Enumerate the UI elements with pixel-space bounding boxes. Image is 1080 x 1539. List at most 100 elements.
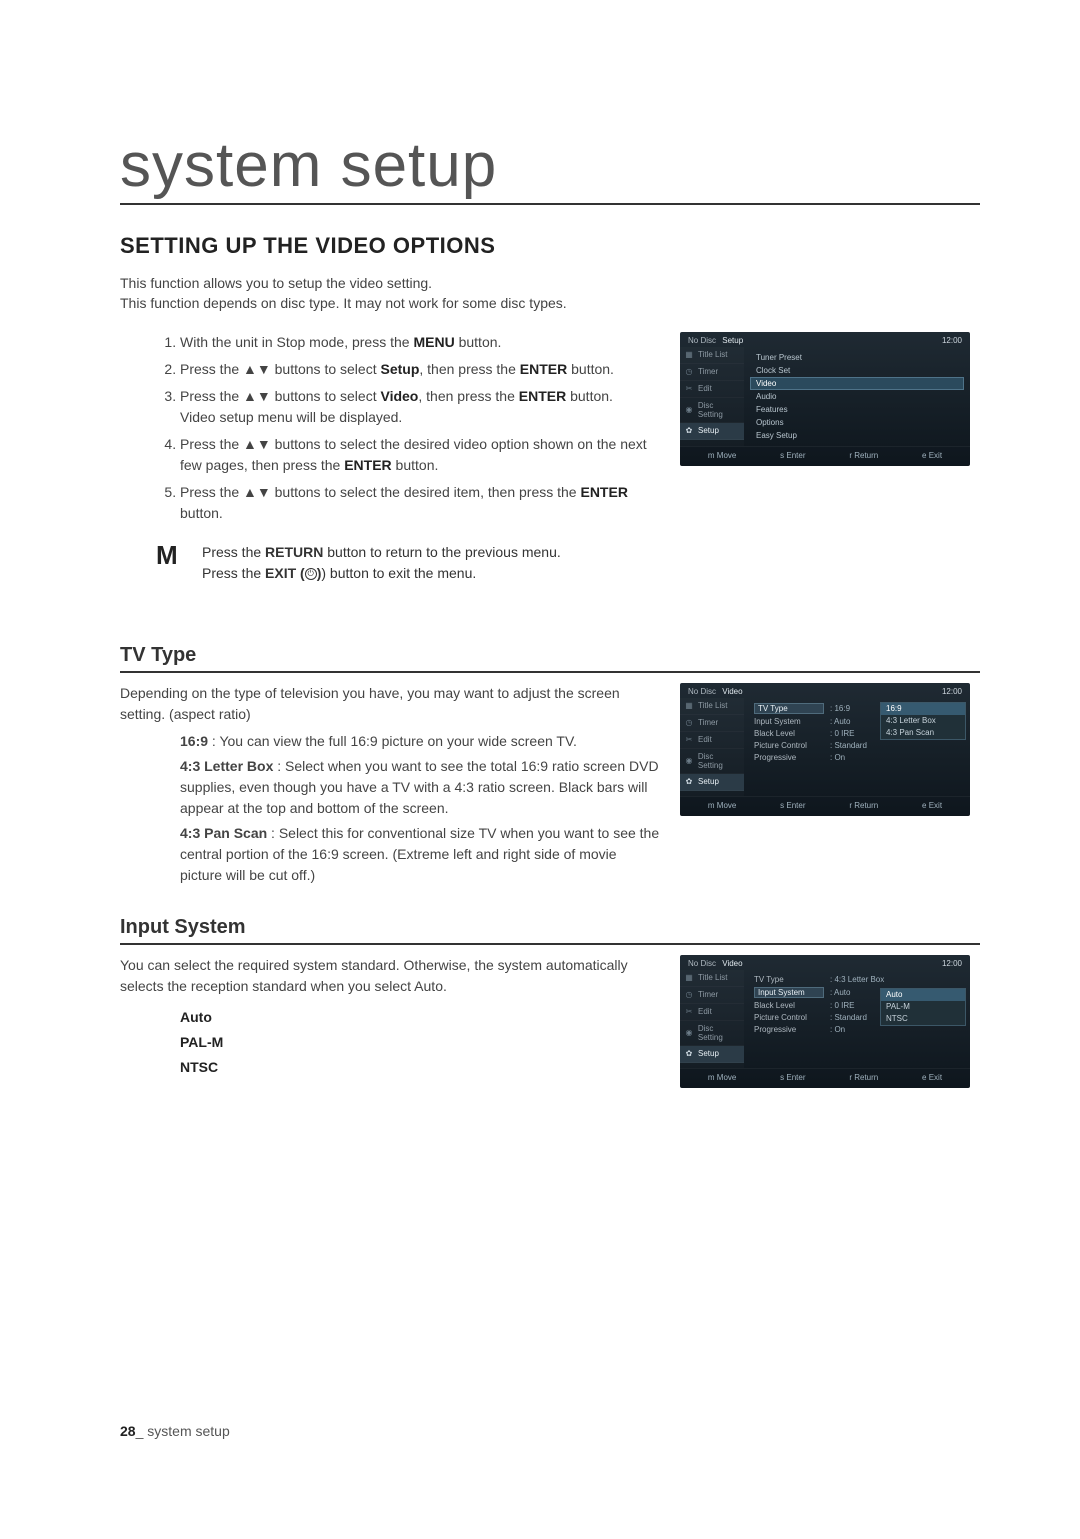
row-key: Progressive <box>754 753 824 762</box>
foot-return: r Return <box>849 1073 878 1082</box>
step-1-text-c: button. <box>455 334 502 350</box>
sidebar-item-setup[interactable]: ✿Setup <box>680 774 744 791</box>
sidebar-item-timer[interactable]: ◷Timer <box>680 715 744 732</box>
osd1-item-selected[interactable]: Video <box>750 377 964 390</box>
foot-exit: e Exit <box>922 1073 942 1082</box>
osd3-row-tvtype[interactable]: TV Type : 4:3 Letter Box <box>750 974 964 986</box>
foot-enter: s Enter <box>780 801 805 810</box>
osd-sidebar: ▦Title List ◷Timer ✂ Edit ◉Disc Setting ✿… <box>680 347 744 446</box>
foot-exit: e Exit <box>922 801 942 810</box>
footer-text: system setup <box>147 1423 229 1439</box>
row-val: : 4:3 Letter Box <box>830 975 884 984</box>
osd-inputsystem: No Disc Video 12:00 ▦Title List ◷Timer ✂… <box>680 955 970 1088</box>
step-5-c: button. <box>180 505 223 521</box>
disc-icon: ◉ <box>684 756 694 766</box>
foot-return: r Return <box>849 801 878 810</box>
inputsys-intro: You can select the required system stand… <box>120 955 660 997</box>
step-5: Press the ▲▼ buttons to select the desir… <box>180 482 660 524</box>
row-key: Black Level <box>754 1001 824 1010</box>
row-val: : 16:9 <box>830 704 850 713</box>
tvtype-opt-16-9: 16:9 : You can view the full 16:9 pictur… <box>180 731 660 752</box>
opt-key: 16:9 <box>180 733 208 749</box>
scissors-icon: ✂ <box>684 384 694 394</box>
sidebar-label: Title List <box>698 973 728 982</box>
popup-opt-16-9[interactable]: 16:9 <box>881 703 965 715</box>
sidebar-label: Edit <box>698 384 712 393</box>
sidebar-label: Timer <box>698 990 718 999</box>
osd1-item[interactable]: Audio <box>750 390 964 403</box>
exit-icon: ⏻ <box>305 568 317 580</box>
note-1-a: Press the <box>202 544 265 560</box>
tvtype-opt-panscan: 4:3 Pan Scan : Select this for conventio… <box>180 823 660 886</box>
sidebar-item-timer[interactable]: ◷Timer <box>680 987 744 1004</box>
osd2-popup: 16:9 4:3 Letter Box 4:3 Pan Scan <box>880 702 966 740</box>
sidebar-item-titlelist[interactable]: ▦ Title List <box>680 698 744 715</box>
row-key: TV Type <box>754 975 824 984</box>
step-2-c: , then press the <box>419 361 519 377</box>
scissors-icon: ✂ <box>684 735 694 745</box>
sidebar-item-timer[interactable]: ◷Timer <box>680 364 744 381</box>
step-5-a: Press the ▲▼ buttons to select the desir… <box>180 484 580 500</box>
row-val: : 0 IRE <box>830 1001 854 1010</box>
row-val: : Standard <box>830 741 867 750</box>
step-3-e: button. <box>566 388 613 404</box>
step-2-a: Press the ▲▼ buttons to select <box>180 361 380 377</box>
clock-icon: ◷ <box>684 367 694 377</box>
osd1-item[interactable]: Options <box>750 416 964 429</box>
gear-icon: ✿ <box>684 777 694 787</box>
opt-key: 4:3 Letter Box <box>180 758 273 774</box>
sidebar-item-edit[interactable]: ✂Edit <box>680 732 744 749</box>
osd1-list: Tuner Preset Clock Set Video Audio Featu… <box>750 351 964 442</box>
setup-steps: With the unit in Stop mode, press the ME… <box>120 332 660 524</box>
sidebar-item-titlelist[interactable]: ▦Title List <box>680 347 744 364</box>
sidebar-label: Edit <box>698 1007 712 1016</box>
popup-opt-auto[interactable]: Auto <box>881 989 965 1001</box>
sidebar-item-discsetting[interactable]: ◉Disc Setting <box>680 1021 744 1046</box>
row-key: TV Type <box>754 703 824 714</box>
sidebar-item-edit[interactable]: ✂Edit <box>680 1004 744 1021</box>
note-block: M Press the RETURN button to return to t… <box>156 542 660 584</box>
opt-val: : You can view the full 16:9 picture on … <box>208 733 577 749</box>
sidebar-item-discsetting[interactable]: ◉Disc Setting <box>680 398 744 423</box>
inputsys-options: Auto PAL-M NTSC <box>180 1005 660 1081</box>
popup-opt-panscan[interactable]: 4:3 Pan Scan <box>881 727 965 739</box>
step-2-e: button. <box>567 361 614 377</box>
osd1-item[interactable]: Features <box>750 403 964 416</box>
page-number: 28 <box>120 1423 136 1439</box>
sidebar-item-edit[interactable]: ✂ Edit <box>680 381 744 398</box>
row-val: : Auto <box>830 988 850 997</box>
osd2-row-progressive[interactable]: Progressive: On <box>750 752 964 764</box>
page-footer: 28_ system setup <box>120 1423 230 1439</box>
clock-icon: ◷ <box>684 718 694 728</box>
step-4-enter: ENTER <box>344 457 391 473</box>
sidebar-label: Title List <box>698 701 728 710</box>
popup-opt-letterbox[interactable]: 4:3 Letter Box <box>881 715 965 727</box>
popup-opt-ntsc[interactable]: NTSC <box>881 1013 965 1025</box>
osd1-crumb: Setup <box>722 336 743 345</box>
intro-line-1: This function allows you to setup the vi… <box>120 275 432 291</box>
step-3-enter: ENTER <box>519 388 566 404</box>
gear-icon: ✿ <box>684 426 694 436</box>
popup-opt-palm[interactable]: PAL-M <box>881 1001 965 1013</box>
foot-move: m Move <box>708 801 736 810</box>
inputsys-opt-auto: Auto <box>180 1005 660 1030</box>
foot-move: m Move <box>708 451 736 460</box>
intro-line-2: This function depends on disc type. It m… <box>120 295 567 311</box>
note-exit: EXIT ( <box>265 565 305 581</box>
osd-tvtype: No Disc Video 12:00 ▦Title List ◷Timer ✂… <box>680 683 970 816</box>
osd2-row-picturecontrol[interactable]: Picture Control : Standard <box>750 740 964 752</box>
sidebar-label: Setup <box>698 426 719 435</box>
osd1-item[interactable]: Easy Setup <box>750 429 964 442</box>
sidebar-item-discsetting[interactable]: ◉Disc Setting <box>680 749 744 774</box>
osd1-item[interactable]: Clock Set <box>750 364 964 377</box>
sidebar-item-setup[interactable]: ✿Setup <box>680 1046 744 1063</box>
row-key: Picture Control <box>754 741 824 750</box>
step-1-text-a: With the unit in Stop mode, press the <box>180 334 413 350</box>
list-icon: ▦ <box>684 973 694 983</box>
step-4: Press the ▲▼ buttons to select the desir… <box>180 434 660 476</box>
osd1-item[interactable]: Tuner Preset <box>750 351 964 364</box>
sidebar-item-setup[interactable]: ✿ Setup <box>680 423 744 440</box>
tvtype-opt-letterbox: 4:3 Letter Box : Select when you want to… <box>180 756 660 819</box>
sidebar-item-titlelist[interactable]: ▦ Title List <box>680 970 744 987</box>
list-icon: ▦ <box>684 701 694 711</box>
